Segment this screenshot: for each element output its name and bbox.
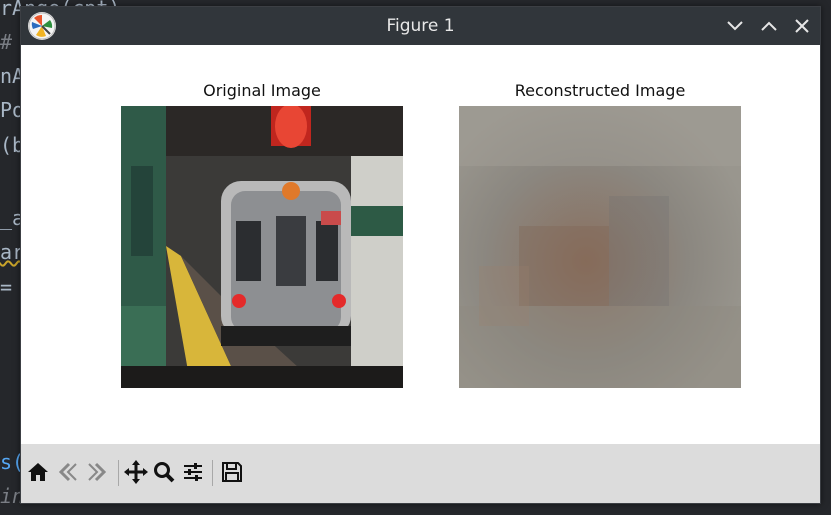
original-image (121, 106, 403, 388)
chevron-down-icon (727, 21, 743, 31)
configure-subplots-button[interactable] (180, 459, 206, 485)
reconstructed-image-title: Reconstructed Image (514, 81, 686, 100)
back-button[interactable] (55, 459, 81, 485)
zoom-button[interactable] (151, 459, 177, 485)
save-button[interactable] (219, 459, 245, 485)
minimize-button[interactable] (723, 14, 747, 38)
configure-subplots-icon (184, 463, 202, 481)
zoom-icon (154, 462, 175, 483)
code-line: = (0, 275, 13, 299)
window-title: Figure 1 (386, 16, 455, 36)
figure-canvas[interactable]: Original Image Reconstructed Image (21, 45, 820, 444)
maximize-button[interactable] (757, 14, 781, 38)
toolbar-separator (212, 460, 213, 486)
original-image-title: Original Image (203, 81, 321, 100)
close-icon (795, 19, 809, 33)
toolbar-separator (118, 460, 119, 486)
pan-button[interactable] (123, 459, 149, 485)
home-button[interactable] (25, 459, 51, 485)
code-line: # (0, 30, 13, 54)
forward-button[interactable] (84, 459, 110, 485)
forward-arrow-icon (88, 462, 107, 482)
reconstructed-image (459, 106, 741, 388)
figure-window: Figure 1 Original Image Reconstructed Im… (20, 6, 821, 504)
save-icon (222, 462, 242, 482)
close-button[interactable] (790, 14, 814, 38)
navigation-toolbar (21, 444, 820, 503)
back-arrow-icon (58, 462, 77, 482)
pan-move-icon (124, 460, 148, 484)
window-titlebar[interactable]: Figure 1 (21, 7, 820, 45)
home-icon (28, 463, 48, 481)
chevron-up-icon (761, 21, 777, 31)
